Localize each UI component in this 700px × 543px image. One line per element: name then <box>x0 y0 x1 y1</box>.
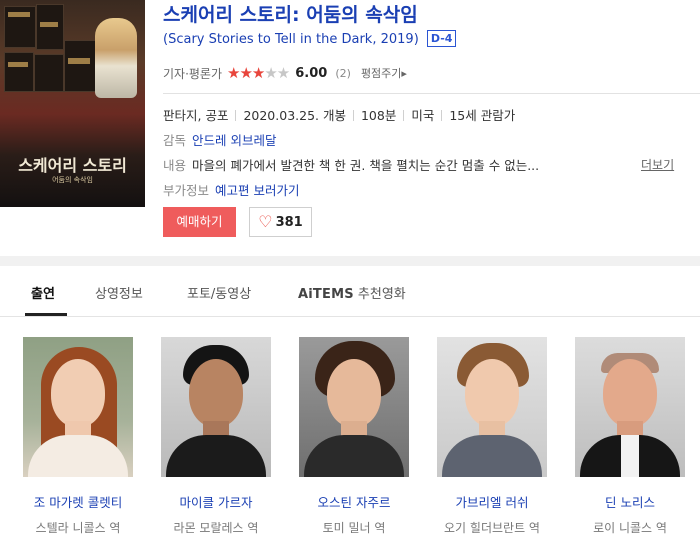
meta-separator <box>403 110 405 121</box>
person-photo-icon <box>437 337 547 477</box>
cast-name[interactable]: 딘 노리스 <box>575 492 685 511</box>
face <box>51 359 105 427</box>
cast-role: 스텔라 니콜스 역 <box>35 521 121 535</box>
poster-subtitle: 어둠의 속삭임 <box>52 176 93 184</box>
person-photo-icon <box>575 337 685 477</box>
body <box>304 435 404 477</box>
rating-row: 기자·평론가 ★★★★★ 6.00 (2) 평점주기▸ <box>163 64 407 82</box>
meta-separator <box>352 110 354 121</box>
cast-role: 라몬 모랄레스 역 <box>173 521 259 535</box>
cast-name[interactable]: 마이클 가르자 <box>161 492 271 511</box>
like-count: 381 <box>275 214 303 230</box>
poster-building <box>34 54 64 92</box>
poster-sign <box>40 22 58 27</box>
face <box>327 359 381 427</box>
tab-showtimes[interactable]: 상영정보 <box>95 283 143 302</box>
genre: 판타지, 공포 <box>163 108 229 123</box>
poster-title: 스케어리 스토리 <box>18 156 127 175</box>
poster-sign <box>68 58 90 64</box>
cast-card[interactable]: 딘 노리스 로이 니콜스 역 <box>575 337 685 536</box>
face <box>603 359 657 427</box>
heart-icon: ♡ <box>258 212 273 231</box>
summary-text: 마을의 폐가에서 발견한 책 한 권. 책을 펼치는 순간 멈출 수 없는... <box>192 158 540 173</box>
face <box>465 359 519 427</box>
director-link[interactable]: 안드레 외브레달 <box>192 133 276 148</box>
cast-card[interactable]: 오스틴 자주르 토미 밀너 역 <box>299 337 409 536</box>
release-date: 2020.03.25. 개봉 <box>243 108 346 123</box>
face <box>189 359 243 427</box>
poster-building <box>36 4 64 50</box>
director-row: 감독 안드레 외브레달 <box>163 130 277 149</box>
rate-link[interactable]: 평점주기▸ <box>361 65 407 81</box>
body <box>166 435 266 477</box>
body <box>442 435 542 477</box>
aitems-logo: AiTEMS <box>298 287 354 302</box>
star-off: ★★ <box>264 64 290 82</box>
extra-info-row: 부가정보 예고편 보러가기 <box>163 180 300 199</box>
cast-role: 토미 밀너 역 <box>322 521 386 535</box>
movie-title[interactable]: 스케어리 스토리: 어둠의 속삭임 <box>163 0 418 27</box>
meta-separator <box>441 110 443 121</box>
cast-card[interactable]: 조 마가렛 콜렛티 스텔라 니콜스 역 <box>23 337 133 536</box>
summary-label: 내용 <box>163 158 187 173</box>
cast-name[interactable]: 가브리엘 러쉬 <box>437 492 547 511</box>
person-photo-icon <box>23 337 133 477</box>
poster-figure <box>95 18 137 98</box>
poster-building <box>64 40 96 92</box>
trailer-link[interactable]: 예고편 보러가기 <box>215 183 299 198</box>
rating-label: 기자·평론가 <box>163 66 223 81</box>
poster-sign <box>8 12 30 17</box>
cast-role: 오기 힐더브란트 역 <box>444 521 540 535</box>
more-link[interactable]: 더보기 <box>641 156 674 173</box>
person-photo-icon <box>161 337 271 477</box>
meta-separator <box>235 110 237 121</box>
cast-name[interactable]: 오스틴 자주르 <box>299 492 409 511</box>
cast-card[interactable]: 마이클 가르자 라몬 모랄레스 역 <box>161 337 271 536</box>
cast-role: 로이 니콜스 역 <box>593 521 667 535</box>
poster-sign <box>8 62 28 67</box>
movie-meta: 판타지, 공포 2020.03.25. 개봉 108분 미국 15세 관람가 <box>163 105 515 124</box>
dday-badge: D-4 <box>426 30 457 47</box>
tab-bar: 출연 상영정보 포토/동영상 AiTEMS 추천영화 <box>0 266 700 317</box>
rating-count: (2) <box>335 66 351 80</box>
original-title: (Scary Stories to Tell in the Dark, 2019… <box>163 30 457 47</box>
star-rating-icon: ★★★★★ <box>227 64 290 82</box>
reserve-button[interactable]: 예매하기 <box>163 207 236 237</box>
movie-poster[interactable]: 스케어리 스토리 어둠의 속삭임 <box>0 0 145 207</box>
poster-building <box>4 52 34 92</box>
like-button[interactable]: ♡ 381 <box>249 207 312 237</box>
shirt-collar <box>621 435 639 477</box>
age-rating: 15세 관람가 <box>449 108 516 123</box>
director-label: 감독 <box>163 133 187 148</box>
summary-row: 내용 마을의 폐가에서 발견한 책 한 권. 책을 펼치는 순간 멈출 수 없는.… <box>163 155 539 174</box>
country: 미국 <box>411 108 435 123</box>
extra-label: 부가정보 <box>163 183 210 198</box>
tab-recommended[interactable]: AiTEMS 추천영화 <box>298 283 406 302</box>
rating-score: 6.00 <box>295 65 328 81</box>
original-title-text: (Scary Stories to Tell in the Dark, 2019… <box>163 32 419 47</box>
cast-name[interactable]: 조 마가렛 콜렛티 <box>23 492 133 511</box>
divider <box>163 93 700 94</box>
section-band <box>0 256 700 266</box>
person-photo-icon <box>299 337 409 477</box>
active-tab-indicator <box>25 313 67 316</box>
star-on: ★★★ <box>227 64 265 82</box>
runtime: 108분 <box>360 108 397 123</box>
tab-cast[interactable]: 출연 <box>31 283 55 302</box>
tab-photo-video[interactable]: 포토/동영상 <box>187 283 251 302</box>
cast-card[interactable]: 가브리엘 러쉬 오기 힐더브란트 역 <box>437 337 547 536</box>
tab-recommended-label: 추천영화 <box>357 287 406 302</box>
